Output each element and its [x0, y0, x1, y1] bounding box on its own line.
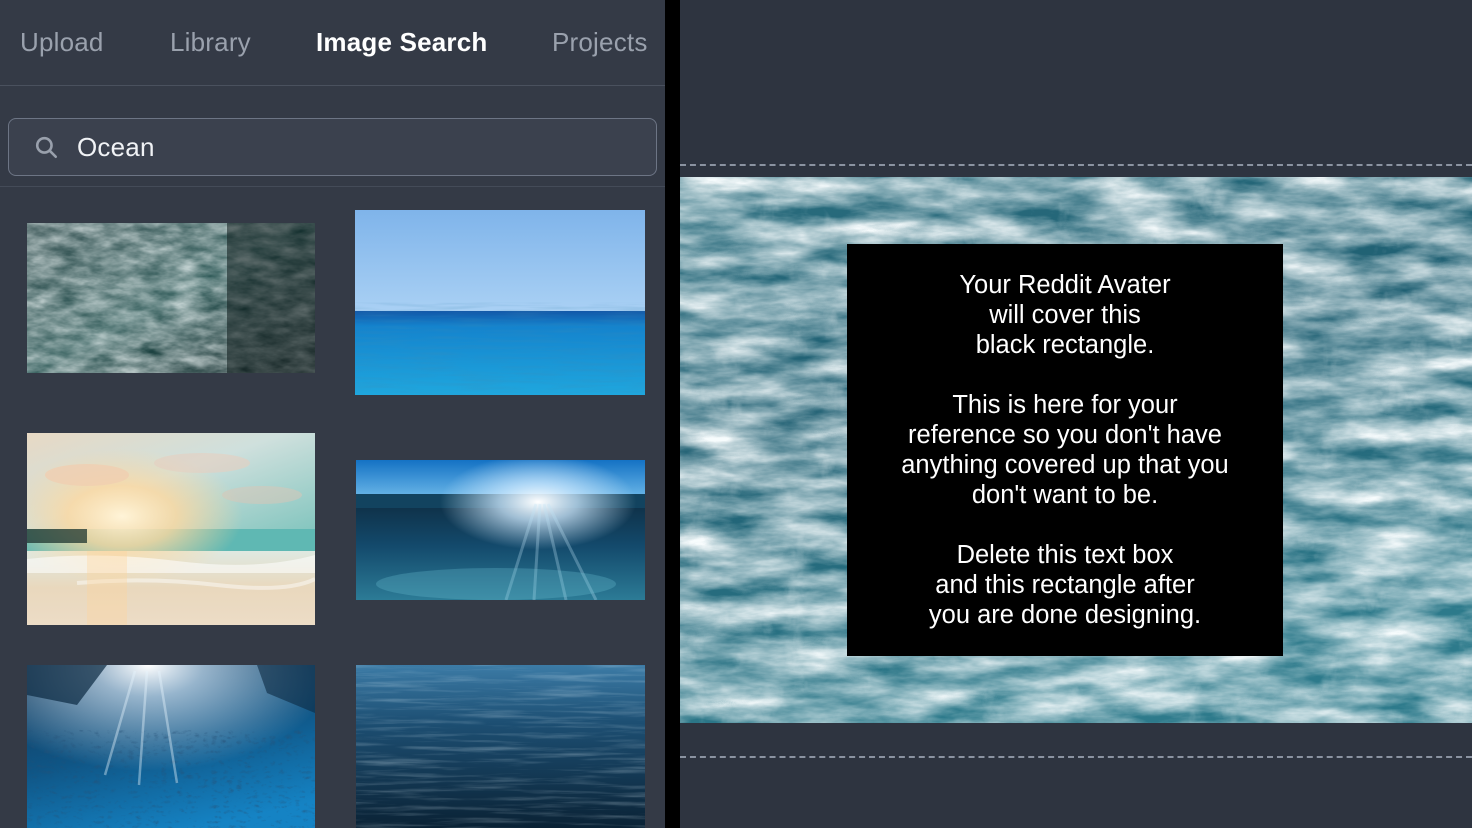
text-line: black rectangle.: [975, 331, 1155, 359]
search-result-thumbnail[interactable]: [356, 665, 645, 828]
text-line: anything covered up that you: [901, 451, 1229, 479]
search-results-grid[interactable]: [0, 195, 665, 828]
text-line: Your Reddit Avater: [959, 271, 1171, 299]
text-line: you are done designing.: [928, 601, 1202, 629]
search-result-thumbnail[interactable]: [355, 210, 645, 395]
text-line: This is here for your: [952, 391, 1178, 419]
search-input[interactable]: Ocean: [8, 118, 657, 176]
search-result-thumbnail[interactable]: [27, 433, 315, 625]
search-result-thumbnail[interactable]: [27, 223, 315, 373]
text-line: will cover this: [989, 301, 1141, 329]
search-icon: [35, 136, 58, 159]
text-line: don't want to be.: [971, 481, 1159, 509]
tab-library[interactable]: Library: [170, 27, 251, 58]
top-margin-guide: [680, 164, 1472, 166]
search-underline: [0, 186, 665, 187]
tabbar-divider: [0, 85, 665, 86]
search-result-thumbnail[interactable]: [27, 665, 315, 828]
panel-tabbar: Upload Library Image Search Projects: [0, 0, 665, 85]
search-input-value: Ocean: [77, 131, 155, 162]
search-result-thumbnail[interactable]: [356, 460, 645, 600]
bottom-margin-guide: [680, 756, 1472, 758]
app-root: Upload Library Image Search Projects Oce…: [0, 0, 1472, 828]
tab-projects[interactable]: Projects: [552, 27, 648, 58]
text-line: and this rectangle after: [935, 571, 1195, 599]
reference-text-box[interactable]: Your Reddit Avater will cover this black…: [847, 244, 1283, 656]
artboard[interactable]: Your Reddit Avater will cover this black…: [680, 177, 1472, 723]
design-canvas[interactable]: Your Reddit Avater will cover this black…: [680, 0, 1472, 828]
image-search-panel: Upload Library Image Search Projects Oce…: [0, 0, 665, 828]
placeholder-black-rectangle[interactable]: Your Reddit Avater will cover this black…: [847, 244, 1283, 656]
panel-divider: [665, 0, 680, 828]
text-line: Delete this text box: [956, 541, 1174, 569]
text-line: reference so you don't have: [908, 421, 1222, 449]
tab-upload[interactable]: Upload: [20, 27, 104, 58]
tab-image-search[interactable]: Image Search: [316, 27, 488, 58]
